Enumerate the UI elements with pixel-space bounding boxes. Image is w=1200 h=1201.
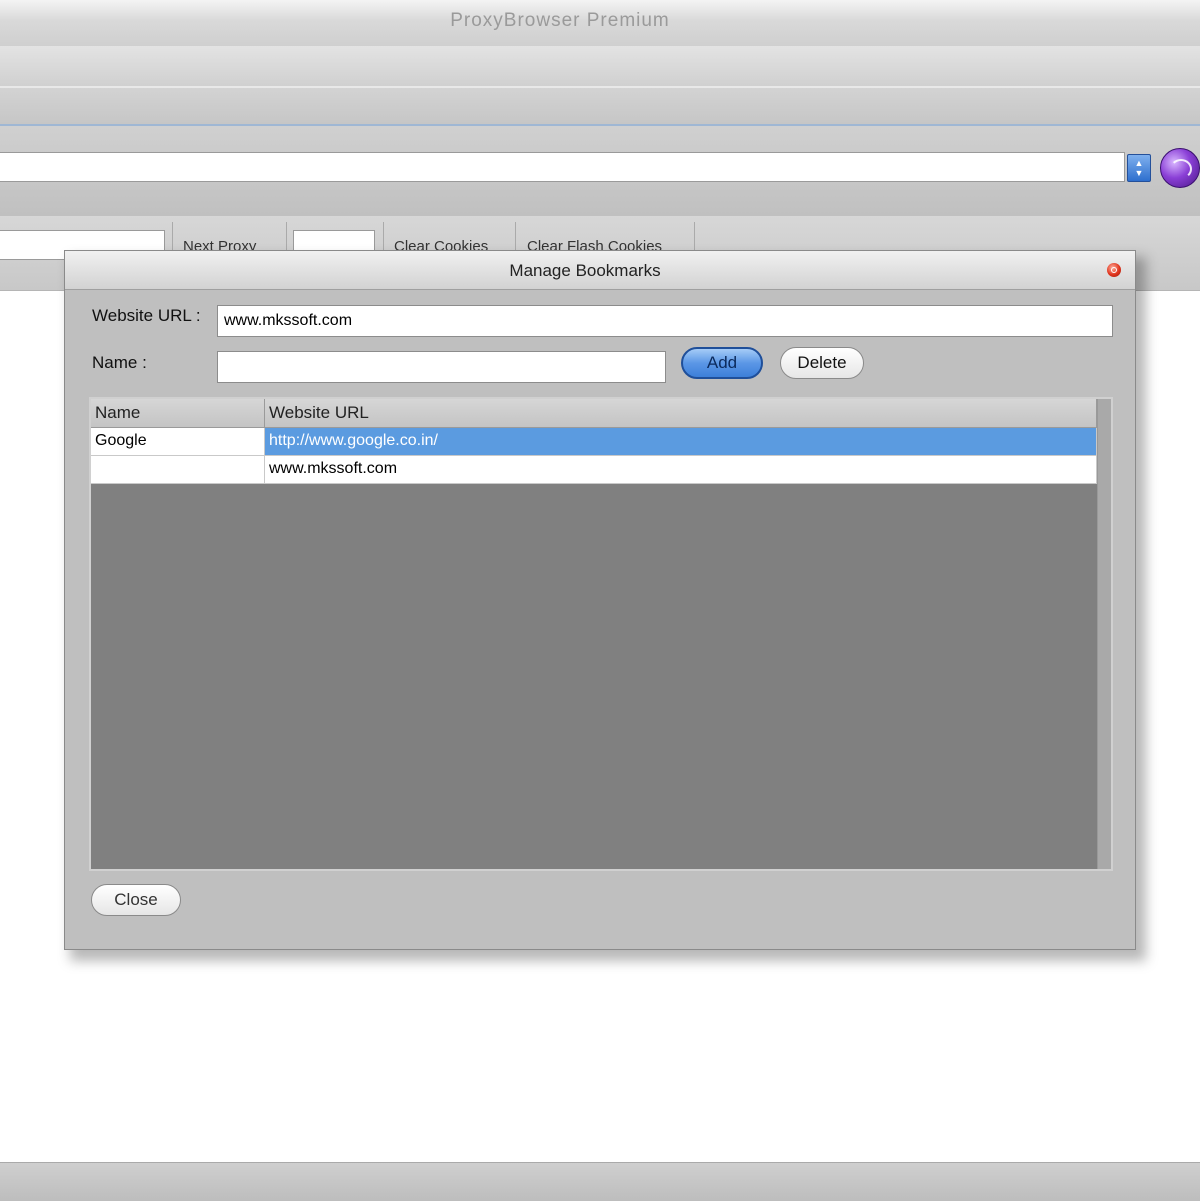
table-scrollbar[interactable] (1097, 399, 1111, 869)
delete-button[interactable]: Delete (780, 347, 864, 379)
row-url-cell: http://www.google.co.in/ (265, 428, 1097, 455)
name-label: Name : (92, 353, 147, 372)
dialog-titlebar[interactable]: Manage Bookmarks (65, 251, 1135, 290)
menu-bar (0, 46, 1200, 88)
address-input[interactable] (0, 152, 1125, 182)
status-bar (0, 1162, 1200, 1201)
dialog-title: Manage Bookmarks (509, 261, 661, 280)
close-icon[interactable] (1107, 263, 1121, 277)
toolbar-band (0, 88, 1200, 126)
app-titlebar: ProxyBrowser Premium (0, 0, 1200, 47)
globe-icon[interactable] (1160, 148, 1200, 188)
app-title: ProxyBrowser Premium (450, 10, 670, 31)
close-button[interactable]: Close (91, 884, 181, 916)
dropdown-arrow-down-icon: ▼ (1134, 168, 1144, 178)
manage-bookmarks-dialog: Manage Bookmarks Website URL : Name : Ad… (64, 250, 1136, 950)
bookmarks-table: Name Website URL Google http://www.googl… (89, 397, 1113, 871)
table-header: Name Website URL (91, 399, 1097, 428)
website-url-field[interactable] (217, 305, 1113, 337)
dropdown-arrow-up-icon: ▲ (1134, 158, 1144, 168)
add-button[interactable]: Add (681, 347, 763, 379)
row-name-cell: Google (91, 428, 265, 455)
column-header-website-url[interactable]: Website URL (265, 399, 1097, 427)
name-field[interactable] (217, 351, 666, 383)
row-url-cell: www.mkssoft.com (265, 456, 1097, 483)
column-header-name[interactable]: Name (91, 399, 265, 427)
table-row[interactable]: Google http://www.google.co.in/ (91, 428, 1097, 456)
website-url-label: Website URL : (92, 306, 201, 325)
address-bar: ▲ ▼ (0, 126, 1200, 216)
table-row[interactable]: www.mkssoft.com (91, 456, 1097, 484)
address-dropdown-button[interactable]: ▲ ▼ (1127, 154, 1151, 182)
row-name-cell (91, 456, 265, 483)
